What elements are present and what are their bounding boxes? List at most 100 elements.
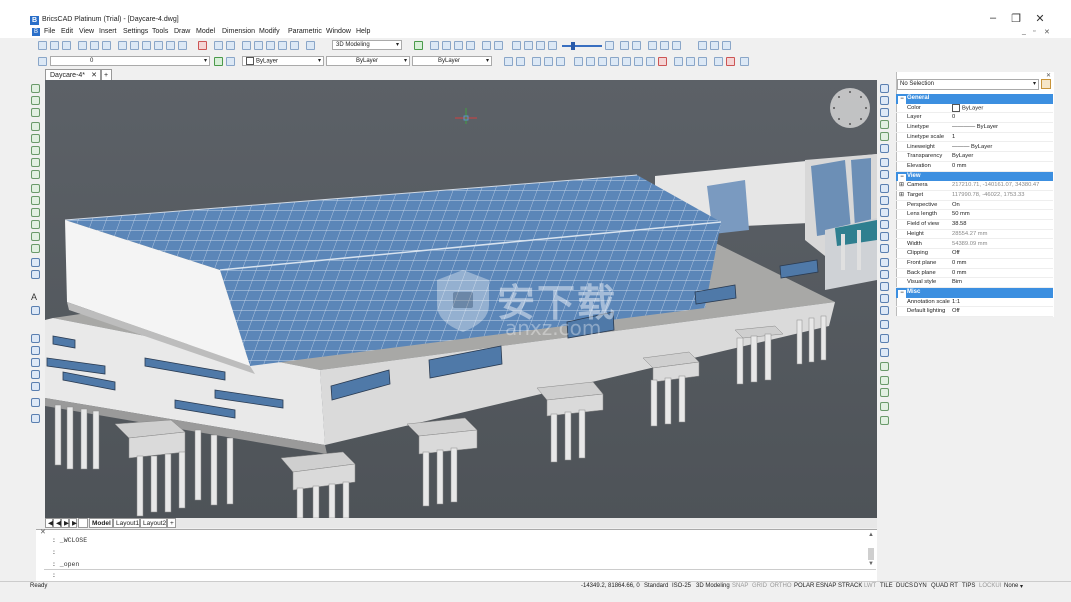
edit-polyline-icon[interactable]: [880, 282, 889, 291]
document-icon[interactable]: B: [32, 28, 40, 36]
table-draw-icon[interactable]: [31, 270, 40, 279]
chamfer-icon[interactable]: [880, 232, 889, 241]
layer-previous-icon[interactable]: [226, 57, 235, 66]
menu-edit[interactable]: Edit: [61, 28, 73, 35]
dimension-icon[interactable]: [880, 376, 889, 385]
prop-row-front-plane[interactable]: Front plane 0 mm: [896, 259, 1053, 269]
menu-window[interactable]: Window: [326, 28, 351, 35]
status-esnap[interactable]: ESNAP: [816, 583, 836, 589]
region-icon[interactable]: [660, 41, 669, 50]
rectangle-icon[interactable]: [648, 41, 657, 50]
orbit-icon[interactable]: [494, 41, 503, 50]
plot-icon[interactable]: [102, 41, 111, 50]
trim-icon[interactable]: [880, 184, 889, 193]
status-quad[interactable]: QUAD: [931, 583, 948, 589]
mdi-close-button[interactable]: ✕: [1044, 28, 1050, 36]
properties-icon[interactable]: [254, 41, 263, 50]
open-icon[interactable]: [50, 41, 59, 50]
prop-row-transparency[interactable]: Transparency ByLayer: [896, 152, 1053, 162]
status-workspace[interactable]: 3D Modeling: [696, 583, 730, 589]
revcloud-icon[interactable]: [31, 232, 40, 241]
linetype-select[interactable]: ByLayer ▾: [326, 56, 410, 66]
tool-palettes-icon[interactable]: [290, 41, 299, 50]
donut-icon[interactable]: [31, 258, 40, 267]
mirror-icon[interactable]: [880, 108, 889, 117]
menu-view[interactable]: View: [79, 28, 94, 35]
tab-daycare-4[interactable]: Daycare-4* ✕: [45, 69, 101, 80]
status-tile[interactable]: TILE: [880, 583, 893, 589]
prop-row-linetype[interactable]: Linetype ———— ByLayer: [896, 123, 1053, 133]
box-icon[interactable]: [620, 41, 629, 50]
menu-model[interactable]: Model: [196, 28, 215, 35]
status-ortho[interactable]: ORTHO: [770, 583, 792, 589]
close-panel-icon[interactable]: ✕: [40, 528, 46, 536]
settings-gear-icon[interactable]: [880, 402, 889, 411]
mtext-icon[interactable]: [31, 306, 40, 315]
prop-row-linetype-scale[interactable]: Linetype scale 1: [896, 133, 1053, 143]
wipeout-icon[interactable]: [31, 244, 40, 253]
status-lwt[interactable]: LWT: [864, 583, 876, 589]
camera-icon[interactable]: [536, 41, 545, 50]
layer-select[interactable]: 0 ▾: [50, 56, 210, 66]
explorer-icon[interactable]: [278, 41, 287, 50]
prop-row-height[interactable]: Height 28554.27 mm: [896, 230, 1053, 240]
zoom-extents-icon[interactable]: [414, 41, 423, 50]
paste-icon[interactable]: [142, 41, 151, 50]
box-3d-icon[interactable]: [31, 334, 40, 343]
esnap-off-icon[interactable]: [726, 57, 735, 66]
status-text-style[interactable]: Standard: [644, 583, 668, 589]
measure-icon[interactable]: [880, 334, 889, 343]
status-annotation[interactable]: None: [1004, 583, 1018, 589]
esnap-center-icon[interactable]: [574, 57, 583, 66]
prop-row-annotation-scale[interactable]: Annotation scale 1:1: [896, 298, 1053, 308]
save-icon[interactable]: [62, 41, 71, 50]
move-icon[interactable]: [880, 84, 889, 93]
mdi-restore-button[interactable]: ▫: [1033, 28, 1035, 35]
explode-icon[interactable]: [880, 258, 889, 267]
ellipse-icon[interactable]: [31, 146, 40, 155]
redo-icon[interactable]: [226, 41, 235, 50]
extend-icon[interactable]: [880, 196, 889, 205]
polyline-icon[interactable]: [31, 96, 40, 105]
command-scrollbar[interactable]: [868, 548, 874, 560]
divide-icon[interactable]: [880, 320, 889, 329]
menu-draw[interactable]: Draw: [174, 28, 190, 35]
color-select[interactable]: ByLayer ▾: [242, 56, 324, 66]
prop-row-lens-length[interactable]: Lens length 50 mm: [896, 210, 1053, 221]
status-polar[interactable]: POLAR: [794, 583, 814, 589]
fillet-icon[interactable]: [880, 244, 889, 253]
tab-model[interactable]: Model: [89, 518, 113, 528]
esnap-insertion-icon[interactable]: [646, 57, 655, 66]
help-icon[interactable]: [306, 41, 315, 50]
status-ducs[interactable]: DUCS: [896, 583, 913, 589]
circle-icon[interactable]: [31, 134, 40, 143]
esnap-endpoint-icon[interactable]: [504, 57, 513, 66]
status-dyn[interactable]: DYN: [914, 583, 927, 589]
sheet-set-icon[interactable]: [605, 41, 614, 50]
first-layout-button[interactable]: ◀: [45, 518, 53, 528]
customize-icon[interactable]: [880, 416, 889, 425]
image-icon[interactable]: [722, 41, 731, 50]
menu-tools[interactable]: Tools: [152, 28, 168, 35]
design-center-icon[interactable]: [242, 41, 251, 50]
new-icon[interactable]: [38, 41, 47, 50]
prop-row-lineweight[interactable]: Lineweight ——— ByLayer: [896, 143, 1053, 153]
esnap-parallel-icon[interactable]: [610, 57, 619, 66]
command-input[interactable]: :: [52, 572, 872, 579]
slider-track[interactable]: [562, 45, 602, 47]
menu-settings[interactable]: Settings: [123, 28, 148, 35]
esnap-midpoint-icon[interactable]: [516, 57, 525, 66]
workspace-select[interactable]: 3D Modeling ▾: [332, 40, 402, 50]
prop-row-perspective[interactable]: Perspective On: [896, 201, 1053, 211]
model-viewport[interactable]: 安下载 anxz.com: [45, 80, 877, 518]
rotate-icon[interactable]: [880, 144, 889, 153]
prop-row-field-of-view[interactable]: Field of view 38.58: [896, 220, 1053, 230]
prop-row-elevation[interactable]: Elevation 0 mm: [896, 162, 1053, 172]
zoom-previous-icon[interactable]: [466, 41, 475, 50]
prop-row-clipping[interactable]: Clipping Off: [896, 249, 1053, 259]
gradient-icon[interactable]: [31, 196, 40, 205]
expand-icon[interactable]: ⊞: [899, 191, 904, 201]
quick-select-icon[interactable]: [1041, 79, 1051, 89]
stretch-icon[interactable]: [880, 170, 889, 179]
paint-icon[interactable]: [166, 41, 175, 50]
